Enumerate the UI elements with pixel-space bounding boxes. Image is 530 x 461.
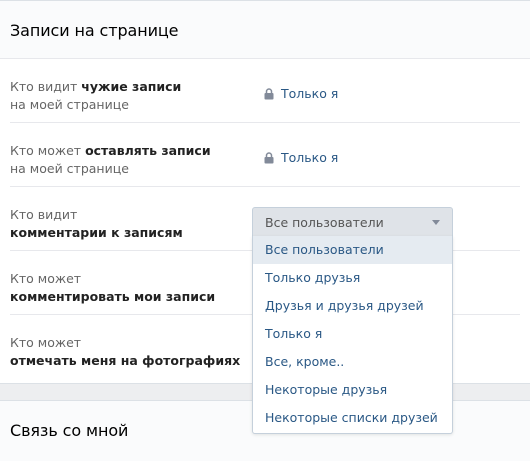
dropdown-option[interactable]: Только друзья (253, 264, 452, 292)
setting-value-link[interactable]: Только я (264, 150, 338, 165)
lock-icon (264, 151, 275, 164)
chevron-down-icon (432, 220, 440, 225)
setting-label: Кто может отмечать меня на фотографиях (10, 335, 241, 368)
setting-label: Кто видит чужие записи на моей странице (10, 79, 182, 112)
lock-icon (264, 87, 275, 100)
dropdown-option[interactable]: Все, кроме.. (253, 348, 452, 376)
comments-visibility-select[interactable]: Все пользователи (252, 207, 453, 237)
setting-label: Кто видит комментарии к записям (10, 207, 183, 240)
dropdown-option[interactable]: Некоторые друзья (253, 376, 452, 404)
dropdown-option[interactable]: Друзья и друзья друзей (253, 292, 452, 320)
setting-row-leave-posts: Кто может оставлять записи на моей стран… (10, 123, 520, 187)
select-dropdown-menu: Все пользователи Только друзья Друзья и … (252, 236, 453, 434)
dropdown-option[interactable]: Все пользователи (253, 236, 452, 264)
setting-label: Кто может комментировать мои записи (10, 271, 216, 304)
setting-label: Кто может оставлять записи на моей стран… (10, 143, 211, 176)
setting-value-text[interactable]: Только я (281, 150, 338, 165)
setting-value-text[interactable]: Только я (281, 86, 338, 101)
setting-value-link[interactable]: Только я (264, 86, 338, 101)
setting-row-others-posts: Кто видит чужие записи на моей странице … (10, 59, 520, 123)
dropdown-option[interactable]: Некоторые списки друзей (253, 404, 452, 432)
dropdown-option[interactable]: Только я (253, 320, 452, 348)
section-title: Связь со мной (10, 421, 129, 440)
section-title: Записи на странице (10, 21, 179, 40)
section-header: Записи на странице (0, 1, 530, 59)
select-value: Все пользователи (265, 215, 384, 230)
